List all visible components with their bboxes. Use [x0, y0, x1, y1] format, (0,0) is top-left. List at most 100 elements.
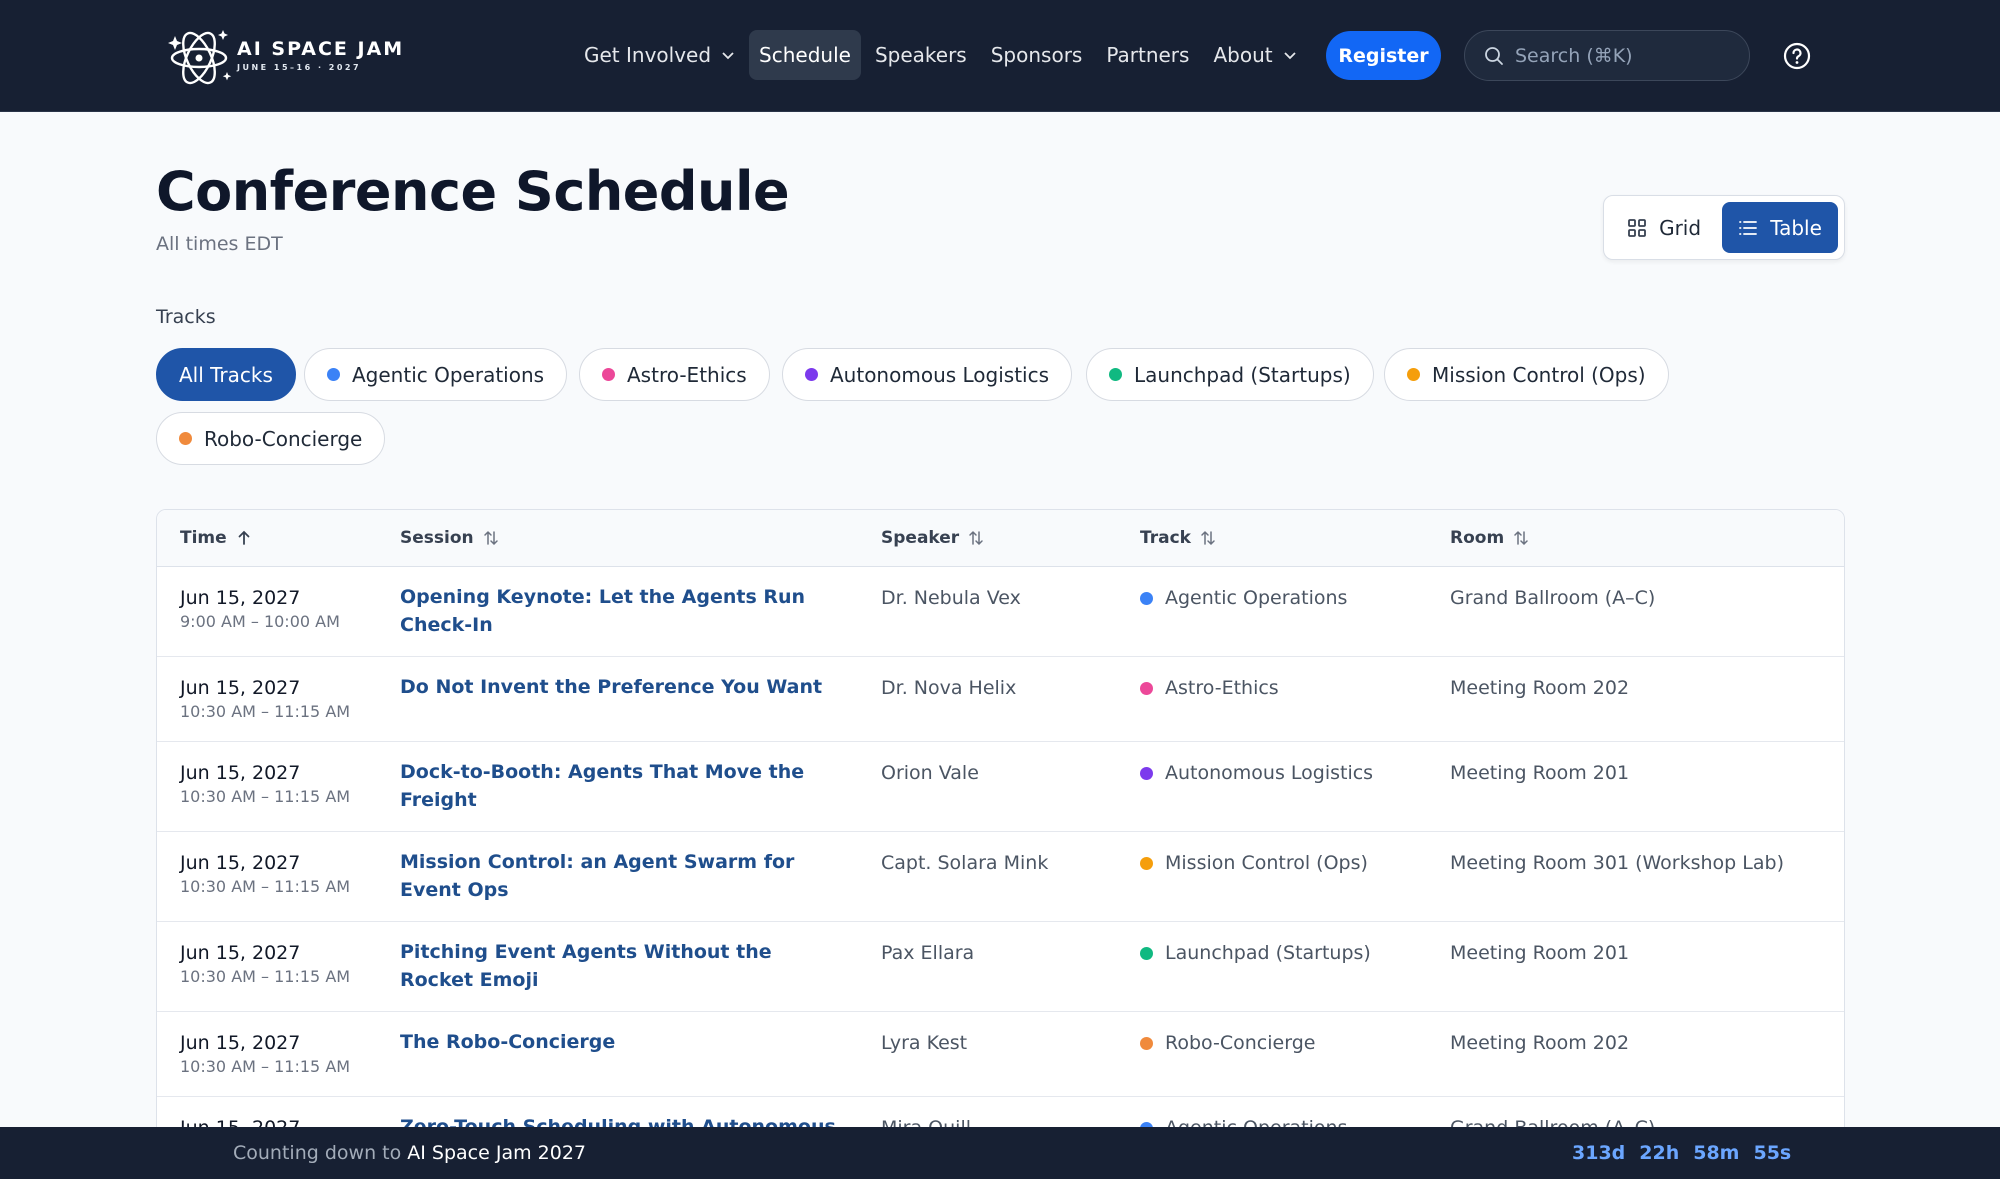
track-label: Autonomous Logistics — [1165, 762, 1374, 784]
track-filter-label: Autonomous Logistics — [830, 362, 1050, 387]
search-icon — [1485, 46, 1503, 65]
grid-icon — [1628, 218, 1646, 237]
brand-title: AI SPACE JAM — [237, 38, 405, 60]
track-filter-all[interactable]: All Tracks — [156, 348, 296, 401]
table-row[interactable]: Jun 15, 2027 10:30 AM – 11:15 AM Mission… — [157, 832, 1844, 922]
track-color-dot — [1140, 1036, 1153, 1050]
column-header-speaker[interactable]: Speaker — [881, 528, 985, 548]
main-nav: Get Involved Schedule Speakers Sponsors … — [574, 30, 1311, 80]
nav-item-get-involved[interactable]: Get Involved — [574, 30, 745, 80]
search-input[interactable] — [1515, 44, 1735, 67]
search-box[interactable] — [1464, 30, 1750, 81]
page-title: Conference Schedule — [156, 160, 790, 223]
nav-item-label: Get Involved — [584, 43, 712, 67]
countdown-minutes: 58m — [1693, 1142, 1740, 1164]
session-date: Jun 15, 2027 — [180, 762, 301, 784]
column-header-time[interactable]: Time — [180, 528, 253, 548]
register-button[interactable]: Register — [1326, 31, 1441, 80]
track-filter-label: All Tracks — [179, 362, 273, 387]
chevron-down-icon — [1283, 52, 1296, 60]
track-label: Mission Control (Ops) — [1165, 852, 1368, 874]
track-filter-agentic-operations[interactable]: Agentic Operations — [304, 348, 568, 401]
sort-icon — [969, 530, 983, 546]
countdown-bar: Counting down to AI Space Jam 2027 313d … — [0, 1127, 2000, 1179]
table-row[interactable]: Jun 15, 2027 10:30 AM – 11:15 AM Dock-to… — [157, 742, 1844, 832]
tracks-label: Tracks — [156, 306, 216, 328]
grid-view-button[interactable]: Grid — [1610, 202, 1718, 253]
session-title-link[interactable]: Do Not Invent the Preference You Want — [400, 673, 840, 701]
session-title-link[interactable]: Pitching Event Agents Without the Rocket… — [400, 938, 840, 994]
session-time: 10:30 AM – 11:15 AM — [180, 702, 351, 721]
nav-item-speakers[interactable]: Speakers — [865, 30, 977, 80]
session-track: Mission Control (Ops) — [1140, 850, 1368, 876]
nav-item-schedule[interactable]: Schedule — [749, 30, 861, 80]
session-room: Meeting Room 202 — [1450, 1032, 1630, 1054]
session-time: 10:30 AM – 11:15 AM — [180, 967, 351, 986]
nav-item-sponsors[interactable]: Sponsors — [981, 30, 1093, 80]
table-row[interactable]: Jun 15, 2027 9:00 AM – 10:00 AM Opening … — [157, 567, 1844, 657]
session-title-link[interactable]: Mission Control: an Agent Swarm for Even… — [400, 848, 840, 904]
session-room: Meeting Room 202 — [1450, 677, 1630, 699]
column-label: Room — [1450, 528, 1505, 548]
sort-icon — [483, 530, 498, 546]
track-color-dot — [1140, 946, 1153, 960]
track-filter-robo-concierge[interactable]: Robo-Concierge — [156, 412, 386, 465]
brand-logo[interactable]: AI SPACE JAM JUNE 15–16 · 2027 — [163, 22, 423, 90]
sort-icon — [1514, 530, 1528, 546]
countdown-days: 313d — [1572, 1142, 1626, 1164]
column-header-track[interactable]: Track — [1140, 528, 1217, 548]
nav-item-partners[interactable]: Partners — [1096, 30, 1199, 80]
session-speaker: Dr. Nebula Vex — [881, 587, 1021, 609]
nav-item-label: Sponsors — [990, 43, 1083, 67]
table-view-button[interactable]: Table — [1722, 202, 1838, 253]
column-header-session[interactable]: Session — [400, 528, 500, 548]
session-title-link[interactable]: Dock-to-Booth: Agents That Move the Frei… — [400, 758, 840, 814]
session-title-link[interactable]: The Robo-Concierge — [400, 1028, 840, 1056]
track-filter-autonomous-logistics[interactable]: Autonomous Logistics — [782, 348, 1073, 401]
track-filter-label: Robo-Concierge — [204, 426, 363, 451]
table-row[interactable]: Jun 15, 2027 10:30 AM – 11:15 AM The Rob… — [157, 1012, 1844, 1097]
nav-item-label: Schedule — [759, 43, 851, 67]
sort-icon — [1201, 530, 1215, 546]
session-date: Jun 15, 2027 — [180, 677, 301, 699]
track-filter-launchpad[interactable]: Launchpad (Startups) — [1086, 348, 1374, 401]
session-speaker: Dr. Nova Helix — [881, 677, 1017, 699]
countdown-event-name: AI Space Jam 2027 — [407, 1142, 587, 1164]
countdown-timer: 313d 22h 58m 55s — [1572, 1142, 1791, 1164]
session-track: Robo-Concierge — [1140, 1030, 1315, 1056]
table-view-label: Table — [1770, 215, 1822, 240]
countdown-seconds: 55s — [1753, 1142, 1792, 1164]
table-header: Time Session Speaker Track Room — [157, 510, 1844, 567]
track-color-dot — [1140, 591, 1153, 605]
track-filter-astro-ethics[interactable]: Astro-Ethics — [579, 348, 770, 401]
track-filter-mission-control[interactable]: Mission Control (Ops) — [1384, 348, 1669, 401]
column-label: Track — [1140, 528, 1191, 548]
session-room: Meeting Room 201 — [1450, 942, 1630, 964]
session-speaker: Orion Vale — [881, 762, 979, 784]
session-room: Grand Ballroom (A–C) — [1450, 587, 1656, 609]
countdown-prefix: Counting down to — [233, 1142, 402, 1164]
help-icon[interactable] — [1783, 42, 1811, 70]
session-time: 10:30 AM – 11:15 AM — [180, 1057, 351, 1076]
session-room: Meeting Room 201 — [1450, 762, 1630, 784]
schedule-table: Time Session Speaker Track Room Jun 15, … — [156, 509, 1845, 1179]
session-date: Jun 15, 2027 — [180, 852, 301, 874]
session-time: 10:30 AM – 11:15 AM — [180, 787, 351, 806]
session-track: Astro-Ethics — [1140, 675, 1279, 701]
track-color-dot — [1140, 856, 1153, 870]
session-title-link[interactable]: Opening Keynote: Let the Agents Run Chec… — [400, 583, 840, 639]
table-row[interactable]: Jun 15, 2027 10:30 AM – 11:15 AM Pitchin… — [157, 922, 1844, 1012]
nav-item-about[interactable]: About — [1203, 30, 1306, 80]
track-label: Astro-Ethics — [1165, 677, 1279, 699]
table-row[interactable]: Jun 15, 2027 10:30 AM – 11:15 AM Do Not … — [157, 657, 1844, 742]
session-date: Jun 15, 2027 — [180, 942, 301, 964]
nav-item-label: About — [1213, 43, 1273, 67]
column-header-room[interactable]: Room — [1450, 528, 1530, 548]
session-time: 10:30 AM – 11:15 AM — [180, 877, 351, 896]
column-label: Session — [400, 528, 474, 548]
session-date: Jun 15, 2027 — [180, 587, 301, 609]
track-color-dot — [1140, 766, 1153, 780]
timezone-note: All times EDT — [156, 233, 283, 255]
nav-item-label: Partners — [1106, 43, 1190, 67]
column-label: Speaker — [881, 528, 960, 548]
